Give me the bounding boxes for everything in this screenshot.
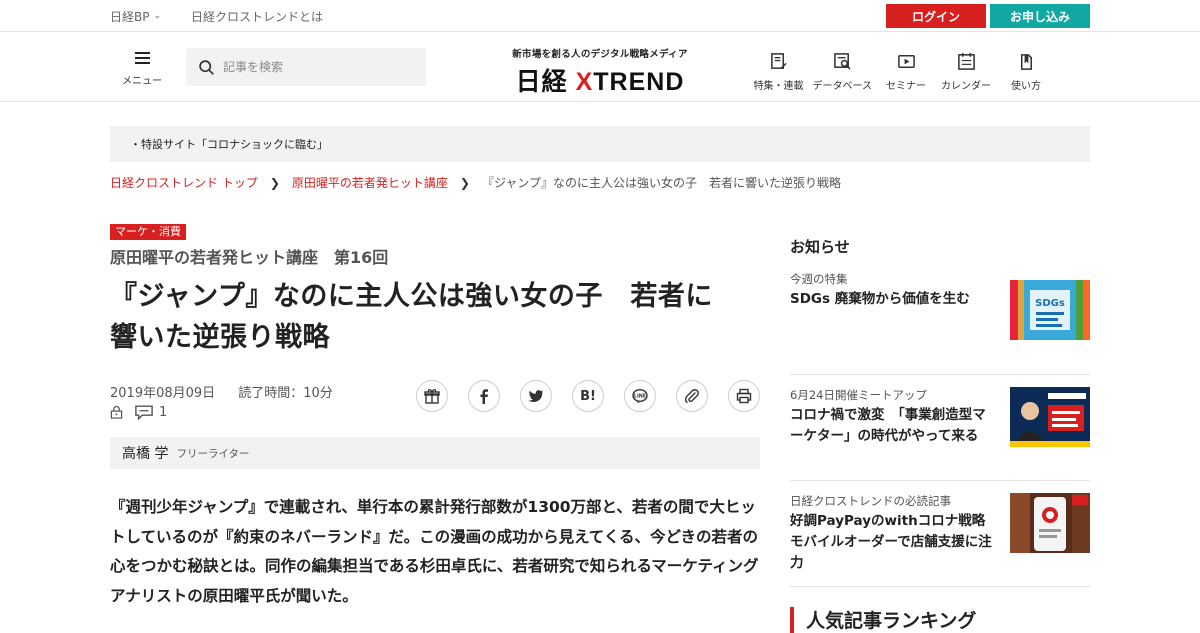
search-box[interactable] bbox=[186, 48, 426, 86]
nav-feature[interactable]: 特集・連載 bbox=[753, 52, 805, 93]
chevron-down-icon: ⌄ bbox=[153, 11, 162, 21]
notice-item[interactable]: 日経クロストレンドの必読記事 好調PayPayのwithコロナ戦略 モバイルオー… bbox=[790, 481, 1090, 587]
notice-heading: お知らせ bbox=[790, 238, 850, 256]
nav-guide[interactable]: 使い方 bbox=[1000, 52, 1052, 93]
breadcrumb-top[interactable]: 日経クロストレンド トップ bbox=[110, 174, 258, 191]
logo-prefix: 日経 bbox=[515, 68, 568, 96]
signup-button[interactable]: お申し込み bbox=[990, 4, 1090, 28]
member-lock-icon bbox=[110, 406, 123, 419]
menu-label: メニュー bbox=[122, 76, 162, 87]
paypay-thumbnail bbox=[1010, 493, 1090, 553]
calendar-icon bbox=[957, 52, 975, 70]
site-logo[interactable]: 新市場を創る人のデジタル戦略メディア 日経 XTREND bbox=[508, 46, 692, 98]
breadcrumb: 日経クロストレンド トップ ❯ 原田曜平の若者発ヒット講座 ❯ 『ジャンプ』なの… bbox=[110, 174, 841, 191]
special-site-banner[interactable]: ・特設サイト「コロナショックに臨む」 bbox=[110, 126, 1090, 162]
guide-icon bbox=[1020, 54, 1032, 70]
comment-count: 1 bbox=[159, 405, 168, 420]
link-icon bbox=[684, 389, 699, 404]
meetup-thumbnail bbox=[1010, 387, 1090, 447]
article: マーケ・消費 原田曜平の若者発ヒット講座 第16回 『ジャンプ』なのに主人公は強… bbox=[110, 220, 760, 611]
breadcrumb-current: 『ジャンプ』なのに主人公は強い女の子 若者に響いた逆張り戦略 bbox=[481, 176, 842, 190]
publish-date: 2019年08月09日 bbox=[110, 386, 216, 401]
ranking-heading-block: 人気記事ランキング bbox=[790, 606, 976, 633]
about-link[interactable]: 日経クロストレンドとは bbox=[191, 8, 323, 25]
article-lead: 『週刊少年ジャンプ』で連載され、単行本の累計発行部数が1300万部と、若者の間で… bbox=[110, 498, 759, 605]
nikkei-bp-dropdown[interactable]: 日経BP ⌄ bbox=[110, 8, 161, 25]
chevron-right-icon: ❯ bbox=[459, 175, 470, 190]
nav-database-label: データベース bbox=[812, 81, 873, 92]
author-name[interactable]: 高橋 学 bbox=[122, 443, 168, 463]
copy-link-button[interactable] bbox=[676, 380, 708, 412]
author-role: フリーライター bbox=[176, 447, 250, 460]
svg-text:LINE: LINE bbox=[634, 394, 646, 400]
header-nav: 特集・連載 データベース セミナー カレンダー 使い方 bbox=[753, 52, 1053, 93]
nav-guide-label: 使い方 bbox=[1011, 81, 1041, 92]
facebook-icon bbox=[480, 389, 488, 404]
share-buttons: B! LINE bbox=[416, 380, 760, 412]
logo-wordmark: 日経 XTREND bbox=[508, 62, 692, 98]
search-icon bbox=[199, 59, 214, 75]
database-icon bbox=[833, 53, 851, 70]
read-time: 読了時間：10分 bbox=[238, 386, 333, 401]
sdgs-feature-thumbnail: SDGs bbox=[1010, 280, 1090, 340]
notice-title: SDGs 廃棄物から価値を生む bbox=[790, 291, 970, 307]
notice-title: 好調PayPayのwithコロナ戦略 モバイルオーダーで店舗支援に注力 bbox=[790, 513, 999, 571]
menu-button[interactable]: メニュー bbox=[122, 50, 162, 88]
article-title: 『ジャンプ』なのに主人公は強い女の子 若者に 響いた逆張り戦略 bbox=[110, 276, 760, 358]
nav-calendar-label: カレンダー bbox=[941, 81, 991, 92]
nav-database[interactable]: データベース bbox=[812, 52, 873, 93]
login-button[interactable]: ログイン bbox=[886, 4, 986, 28]
nikkei-bp-label: 日経BP bbox=[110, 9, 150, 24]
ranking-heading: 人気記事ランキング bbox=[806, 610, 977, 632]
breadcrumb-series[interactable]: 原田曜平の若者発ヒット講座 bbox=[292, 174, 448, 191]
notice-item[interactable]: 今週の特集 SDGs 廃棄物から価値を生む SDGs bbox=[790, 271, 1090, 375]
article-title-line2: 響いた逆張り戦略 bbox=[110, 322, 330, 353]
article-title-line1: 『ジャンプ』なのに主人公は強い女の子 若者に bbox=[110, 281, 713, 312]
logo-tagline: 新市場を創る人のデジタル戦略メディア bbox=[512, 49, 688, 60]
notice-list: 今週の特集 SDGs 廃棄物から価値を生む SDGs 6月24日開催ミートアップ… bbox=[790, 271, 1090, 587]
line-share-button[interactable]: LINE bbox=[624, 380, 656, 412]
category-badge[interactable]: マーケ・消費 bbox=[110, 224, 186, 240]
hatena-bookmark-share-button[interactable]: B! bbox=[572, 380, 604, 412]
twitter-icon bbox=[528, 390, 543, 402]
feature-icon bbox=[771, 53, 787, 69]
sidebar: お知らせ 今週の特集 SDGs 廃棄物から価値を生む SDGs 6月24日開催ミ… bbox=[790, 236, 1090, 587]
hamburger-icon bbox=[134, 52, 150, 64]
line-icon: LINE bbox=[632, 388, 648, 404]
seminar-icon bbox=[897, 55, 915, 68]
comment-link[interactable]: 1 bbox=[135, 405, 167, 420]
gift-icon bbox=[424, 389, 440, 404]
meta-icons: 1 bbox=[110, 405, 167, 420]
site-header: メニュー 新市場を創る人のデジタル戦略メディア 日経 XTREND 特集・連載 … bbox=[0, 32, 1200, 102]
chevron-right-icon: ❯ bbox=[269, 175, 280, 190]
utility-bar: 日経BP ⌄ 日経クロストレンドとは ログイン お申し込み bbox=[0, 0, 1200, 32]
series-title: 原田曜平の若者発ヒット講座 第16回 bbox=[110, 248, 389, 267]
gift-button[interactable] bbox=[416, 380, 448, 412]
ranking-accent-bar bbox=[790, 606, 794, 633]
nav-seminar[interactable]: セミナー bbox=[880, 52, 932, 93]
twitter-share-button[interactable] bbox=[520, 380, 552, 412]
nav-feature-label: 特集・連載 bbox=[753, 81, 804, 92]
facebook-share-button[interactable] bbox=[468, 380, 500, 412]
nav-calendar[interactable]: カレンダー bbox=[940, 52, 992, 93]
comment-icon bbox=[135, 405, 153, 420]
logo-x: X bbox=[575, 68, 594, 96]
print-button[interactable] bbox=[728, 380, 760, 412]
search-input[interactable] bbox=[223, 60, 413, 74]
hatena-bookmark-icon: B! bbox=[580, 388, 596, 404]
article-meta: 2019年08月09日 読了時間：10分 1 B! LINE bbox=[110, 380, 760, 432]
author-box: 高橋 学 フリーライター bbox=[110, 437, 760, 469]
print-icon bbox=[736, 388, 752, 404]
notice-item[interactable]: 6月24日開催ミートアップ コロナ禍で激変 「事業創造型マーケター」の時代がやっ… bbox=[790, 375, 1090, 481]
notice-title: コロナ禍で激変 「事業創造型マーケター」の時代がやって来る bbox=[790, 407, 986, 444]
logo-suffix: TREND bbox=[593, 68, 685, 96]
nav-seminar-label: セミナー bbox=[886, 81, 926, 92]
thumb-text: SDGs bbox=[1035, 298, 1065, 309]
